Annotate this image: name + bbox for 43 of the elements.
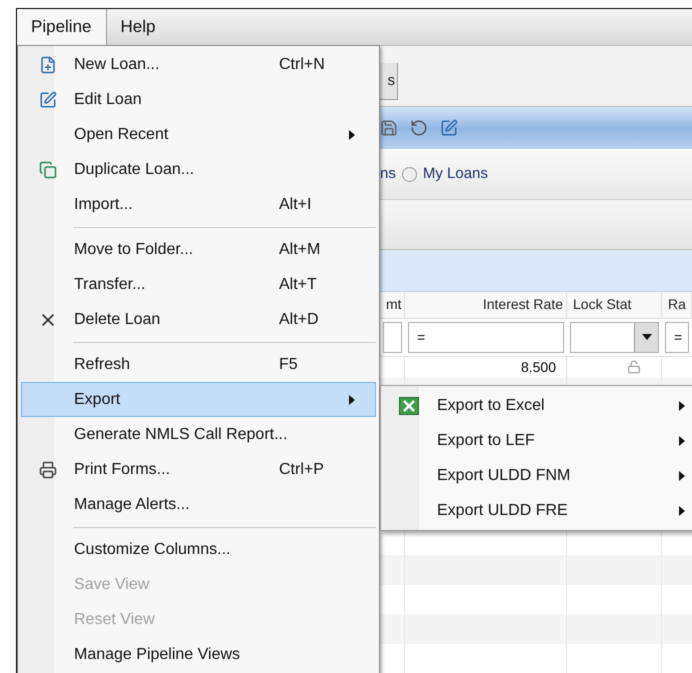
menu-item[interactable]: Export ULDD FNM bbox=[381, 458, 692, 493]
radio-label: My Loans bbox=[422, 164, 488, 184]
menu-item[interactable]: Export to LEF bbox=[381, 423, 692, 458]
menu-item[interactable]: Transfer... Alt+T bbox=[21, 267, 376, 302]
spreadsheet-icon bbox=[399, 396, 419, 414]
menu-item[interactable]: New Loan... Ctrl+N bbox=[21, 47, 376, 82]
menu-item[interactable]: Edit Loan bbox=[21, 82, 376, 117]
edit-icon bbox=[39, 90, 57, 108]
menu-item[interactable]: Customize Columns... bbox=[21, 532, 376, 567]
menu-title[interactable]: Pipeline bbox=[17, 9, 106, 45]
menu-item[interactable]: Duplicate Loan... bbox=[21, 152, 376, 187]
column-header[interactable]: mt bbox=[380, 294, 402, 316]
new-document-icon bbox=[39, 56, 57, 74]
table-cell-text: 8.500 bbox=[520, 358, 556, 377]
menu-item[interactable]: Export to Excel bbox=[381, 388, 692, 423]
printer-icon bbox=[39, 460, 57, 478]
menu-item[interactable]: Generate NMLS Call Report... bbox=[21, 417, 376, 452]
filter-field[interactable]: = bbox=[665, 322, 689, 353]
dropdown-caret-icon bbox=[642, 334, 652, 340]
menu-item[interactable]: Print Forms... Ctrl+P bbox=[21, 452, 376, 487]
edit-icon[interactable] bbox=[440, 119, 458, 138]
menu-item[interactable]: Refresh F5 bbox=[21, 347, 376, 382]
column-header[interactable]: Ra bbox=[662, 294, 686, 316]
column-header[interactable]: Lock Stat bbox=[567, 294, 632, 316]
menu-item[interactable]: Export ULDD FRE bbox=[381, 493, 692, 528]
menu-title[interactable]: Help bbox=[106, 9, 170, 45]
menu-item[interactable]: Export bbox=[21, 382, 376, 417]
menu-item[interactable]: Move to Folder... Alt+M bbox=[21, 232, 376, 267]
radio-button[interactable] bbox=[402, 166, 417, 182]
menu-item[interactable]: Import... Alt+I bbox=[21, 187, 376, 222]
menu-item[interactable]: Delete Loan Alt+D bbox=[21, 302, 376, 337]
radio-label: ns bbox=[380, 164, 396, 184]
tab[interactable]: s bbox=[380, 63, 398, 100]
column-header[interactable]: Interest Rate bbox=[482, 294, 566, 316]
menu-item[interactable]: Manage Pipeline Views bbox=[21, 637, 376, 672]
menu-item[interactable]: Manage Alerts... bbox=[21, 487, 376, 522]
filter-field[interactable]: = bbox=[408, 322, 564, 353]
save-icon[interactable] bbox=[380, 119, 398, 138]
refresh-icon[interactable] bbox=[410, 119, 428, 138]
filter-dropdown[interactable] bbox=[570, 322, 659, 353]
copy-icon bbox=[39, 160, 57, 178]
filter-field[interactable] bbox=[383, 322, 402, 353]
menu-item[interactable]: Open Recent bbox=[21, 117, 376, 152]
